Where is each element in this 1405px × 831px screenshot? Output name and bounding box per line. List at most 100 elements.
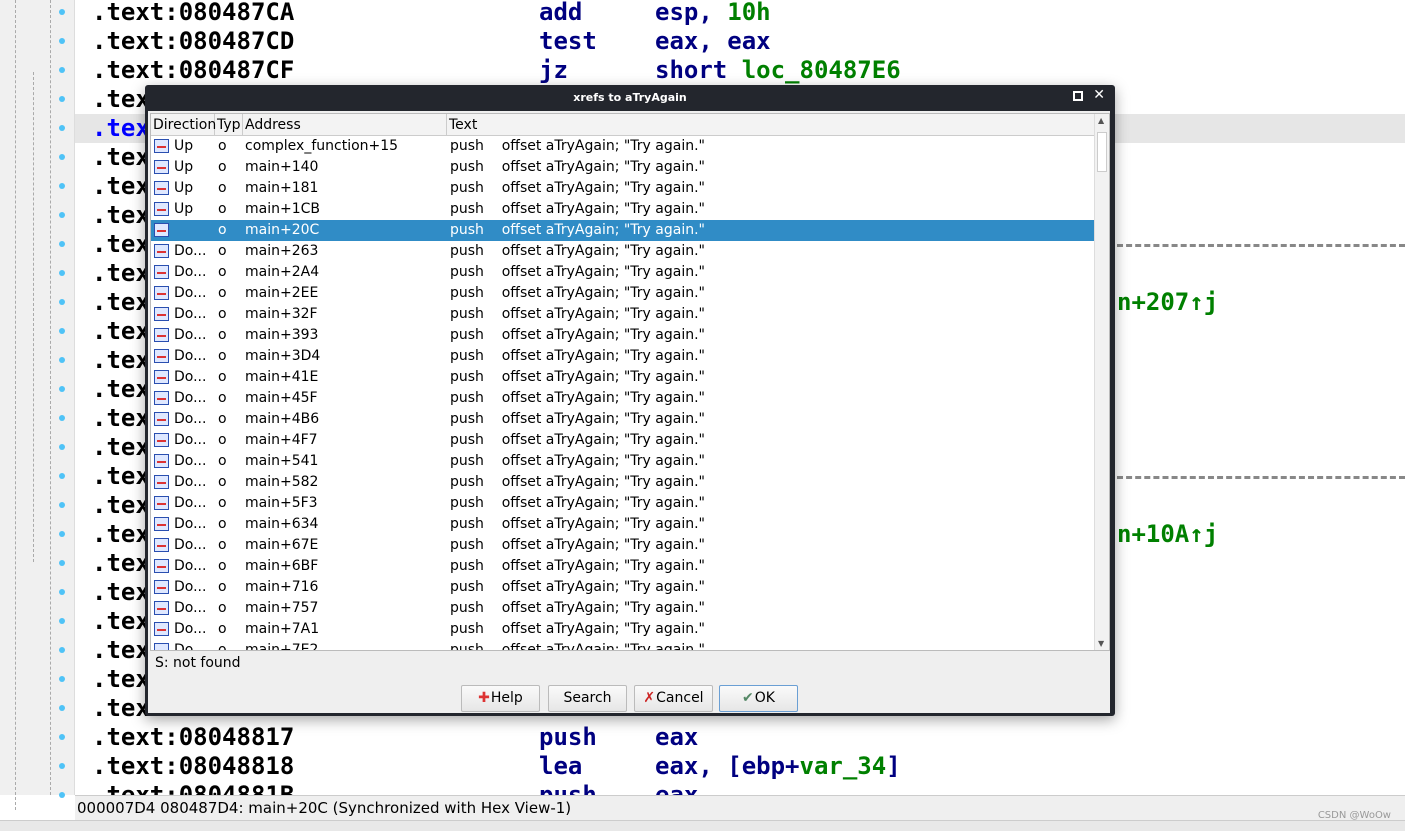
breakpoint-dot-icon[interactable] xyxy=(59,67,65,73)
column-direction[interactable]: Direction xyxy=(151,114,216,136)
xref-type: o xyxy=(218,201,227,217)
code-line[interactable]: .text:08048818 lea eax, [ebp+var_34] xyxy=(75,752,1405,781)
xref-row[interactable]: Do... o main+45F push offset aTryAgain; … xyxy=(151,388,1096,409)
xref-direction: Do... xyxy=(174,474,207,490)
flow-arrow-line xyxy=(15,0,16,810)
breakpoint-dot-icon[interactable] xyxy=(59,154,65,160)
breakpoint-dot-icon[interactable] xyxy=(59,212,65,218)
xref-type: o xyxy=(218,306,227,322)
xref-row[interactable]: Do... o main+634 push offset aTryAgain; … xyxy=(151,514,1096,535)
column-address[interactable]: Address xyxy=(243,114,447,136)
bottom-splitter[interactable] xyxy=(0,820,1405,831)
code-line[interactable]: .text:0804881B push eax xyxy=(75,781,1405,795)
code-line[interactable]: .text:080487CA add esp, 10h xyxy=(75,0,1405,27)
maximize-icon[interactable] xyxy=(1073,91,1083,101)
xref-icon xyxy=(154,328,169,342)
xref-row[interactable]: Do... o main+4F7 push offset aTryAgain; … xyxy=(151,430,1096,451)
breakpoint-dot-icon[interactable] xyxy=(59,473,65,479)
scroll-down-icon[interactable]: ▼ xyxy=(1098,639,1104,648)
xref-direction: Do... xyxy=(174,243,207,259)
xref-row[interactable]: Do... o main+263 push offset aTryAgain; … xyxy=(151,241,1096,262)
xref-row[interactable]: Do... o main+393 push offset aTryAgain; … xyxy=(151,325,1096,346)
xref-row[interactable]: Up o main+140 push offset aTryAgain; "Tr… xyxy=(151,157,1096,178)
xref-row[interactable]: Do... o main+67E push offset aTryAgain; … xyxy=(151,535,1096,556)
breakpoint-dot-icon[interactable] xyxy=(59,531,65,537)
operand-name[interactable]: var_34 xyxy=(800,752,887,780)
breakpoint-dot-icon[interactable] xyxy=(59,589,65,595)
breakpoint-dot-icon[interactable] xyxy=(59,502,65,508)
xref-row[interactable]: Up o main+1CB push offset aTryAgain; "Tr… xyxy=(151,199,1096,220)
xref-row[interactable]: Do... o main+3D4 push offset aTryAgain; … xyxy=(151,346,1096,367)
xref-comment[interactable]: n+10A↑j xyxy=(1117,520,1218,549)
breakpoint-dot-icon[interactable] xyxy=(59,560,65,566)
column-type[interactable]: Typ xyxy=(215,114,243,136)
xref-row[interactable]: Do... o main+6BF push offset aTryAgain; … xyxy=(151,556,1096,577)
cancel-button[interactable]: ✗Cancel xyxy=(634,685,713,712)
breakpoint-dot-icon[interactable] xyxy=(59,386,65,392)
code-address: .tex xyxy=(92,462,150,490)
xref-icon xyxy=(154,160,169,174)
ok-label: OK xyxy=(754,690,775,706)
breakpoint-dot-icon[interactable] xyxy=(59,299,65,305)
breakpoint-dot-icon[interactable] xyxy=(59,241,65,247)
operand-name[interactable]: loc_80487E6 xyxy=(742,56,901,84)
xref-row[interactable]: Do... o main+757 push offset aTryAgain; … xyxy=(151,598,1096,619)
breakpoint-dot-icon[interactable] xyxy=(59,9,65,15)
breakpoint-dot-icon[interactable] xyxy=(59,328,65,334)
breakpoint-dot-icon[interactable] xyxy=(59,96,65,102)
breakpoint-dot-icon[interactable] xyxy=(59,183,65,189)
breakpoint-dot-icon[interactable] xyxy=(59,618,65,624)
xref-comment[interactable]: n+207↑j xyxy=(1117,288,1218,317)
breakpoint-dot-icon[interactable] xyxy=(59,444,65,450)
xref-address: main+7A1 xyxy=(245,621,320,637)
xref-row[interactable]: Do... o main+582 push offset aTryAgain; … xyxy=(151,472,1096,493)
operand-text: esp, xyxy=(655,0,728,26)
xref-row[interactable]: Do... o main+541 push offset aTryAgain; … xyxy=(151,451,1096,472)
breakpoint-dot-icon[interactable] xyxy=(59,763,65,769)
xref-row[interactable]: Up o complex_function+15 push offset aTr… xyxy=(151,136,1096,157)
breakpoint-dot-icon[interactable] xyxy=(59,792,65,798)
scroll-up-icon[interactable]: ▲ xyxy=(1098,116,1104,125)
xref-text: push offset aTryAgain; "Try again." xyxy=(450,159,705,175)
breakpoint-dot-icon[interactable] xyxy=(59,415,65,421)
help-button[interactable]: ✚Help xyxy=(461,685,540,712)
breakpoint-dot-icon[interactable] xyxy=(59,38,65,44)
breakpoint-dot-icon[interactable] xyxy=(59,125,65,131)
xref-row[interactable]: o main+20C push offset aTryAgain; "Try a… xyxy=(151,220,1096,241)
code-line[interactable]: .text:080487CD test eax, eax xyxy=(75,27,1405,56)
xref-address: main+4B6 xyxy=(245,411,320,427)
breakpoint-dot-icon[interactable] xyxy=(59,705,65,711)
dialog-title: xrefs to aTryAgain xyxy=(573,91,687,104)
scrollbar-thumb[interactable] xyxy=(1097,132,1107,172)
xref-row[interactable]: Do... o main+2A4 push offset aTryAgain; … xyxy=(151,262,1096,283)
xref-icon xyxy=(154,139,169,153)
breakpoint-dot-icon[interactable] xyxy=(59,676,65,682)
xref-row[interactable]: Do... o main+2EE push offset aTryAgain; … xyxy=(151,283,1096,304)
xref-type: o xyxy=(218,495,227,511)
xref-address: main+541 xyxy=(245,453,319,469)
breakpoint-dot-icon[interactable] xyxy=(59,270,65,276)
xref-row[interactable]: Up o main+181 push offset aTryAgain; "Tr… xyxy=(151,178,1096,199)
xref-address: main+582 xyxy=(245,474,319,490)
xref-row[interactable]: Do... o main+7A1 push offset aTryAgain; … xyxy=(151,619,1096,640)
breakpoint-dot-icon[interactable] xyxy=(59,647,65,653)
ok-button[interactable]: ✔OK xyxy=(719,685,798,712)
xref-row[interactable]: Do... o main+5F3 push offset aTryAgain; … xyxy=(151,493,1096,514)
code-line[interactable]: .text:08048817 push eax xyxy=(75,723,1405,752)
operand-name[interactable]: 10h xyxy=(727,0,770,26)
xref-row[interactable]: Do... o main+4B6 push offset aTryAgain; … xyxy=(151,409,1096,430)
xref-icon xyxy=(154,391,169,405)
xref-row[interactable]: Do... o main+32F push offset aTryAgain; … xyxy=(151,304,1096,325)
xref-row[interactable]: Do... o main+41E push offset aTryAgain; … xyxy=(151,367,1096,388)
close-icon[interactable]: ✕ xyxy=(1093,87,1105,103)
breakpoint-dot-icon[interactable] xyxy=(59,357,65,363)
breakpoint-dot-icon[interactable] xyxy=(59,734,65,740)
xref-direction: Do... xyxy=(174,579,207,595)
vertical-scrollbar[interactable]: ▲ ▼ xyxy=(1094,114,1109,650)
code-address: .tex xyxy=(92,259,150,287)
code-line[interactable]: .text:080487CF jz short loc_80487E6 xyxy=(75,56,1405,85)
column-text[interactable]: Text xyxy=(447,114,1096,136)
search-button[interactable]: Search xyxy=(548,685,627,712)
xref-row[interactable]: Do... o main+716 push offset aTryAgain; … xyxy=(151,577,1096,598)
xref-row[interactable]: Do... o main+7E2 push offset aTryAgain; … xyxy=(151,640,1096,650)
